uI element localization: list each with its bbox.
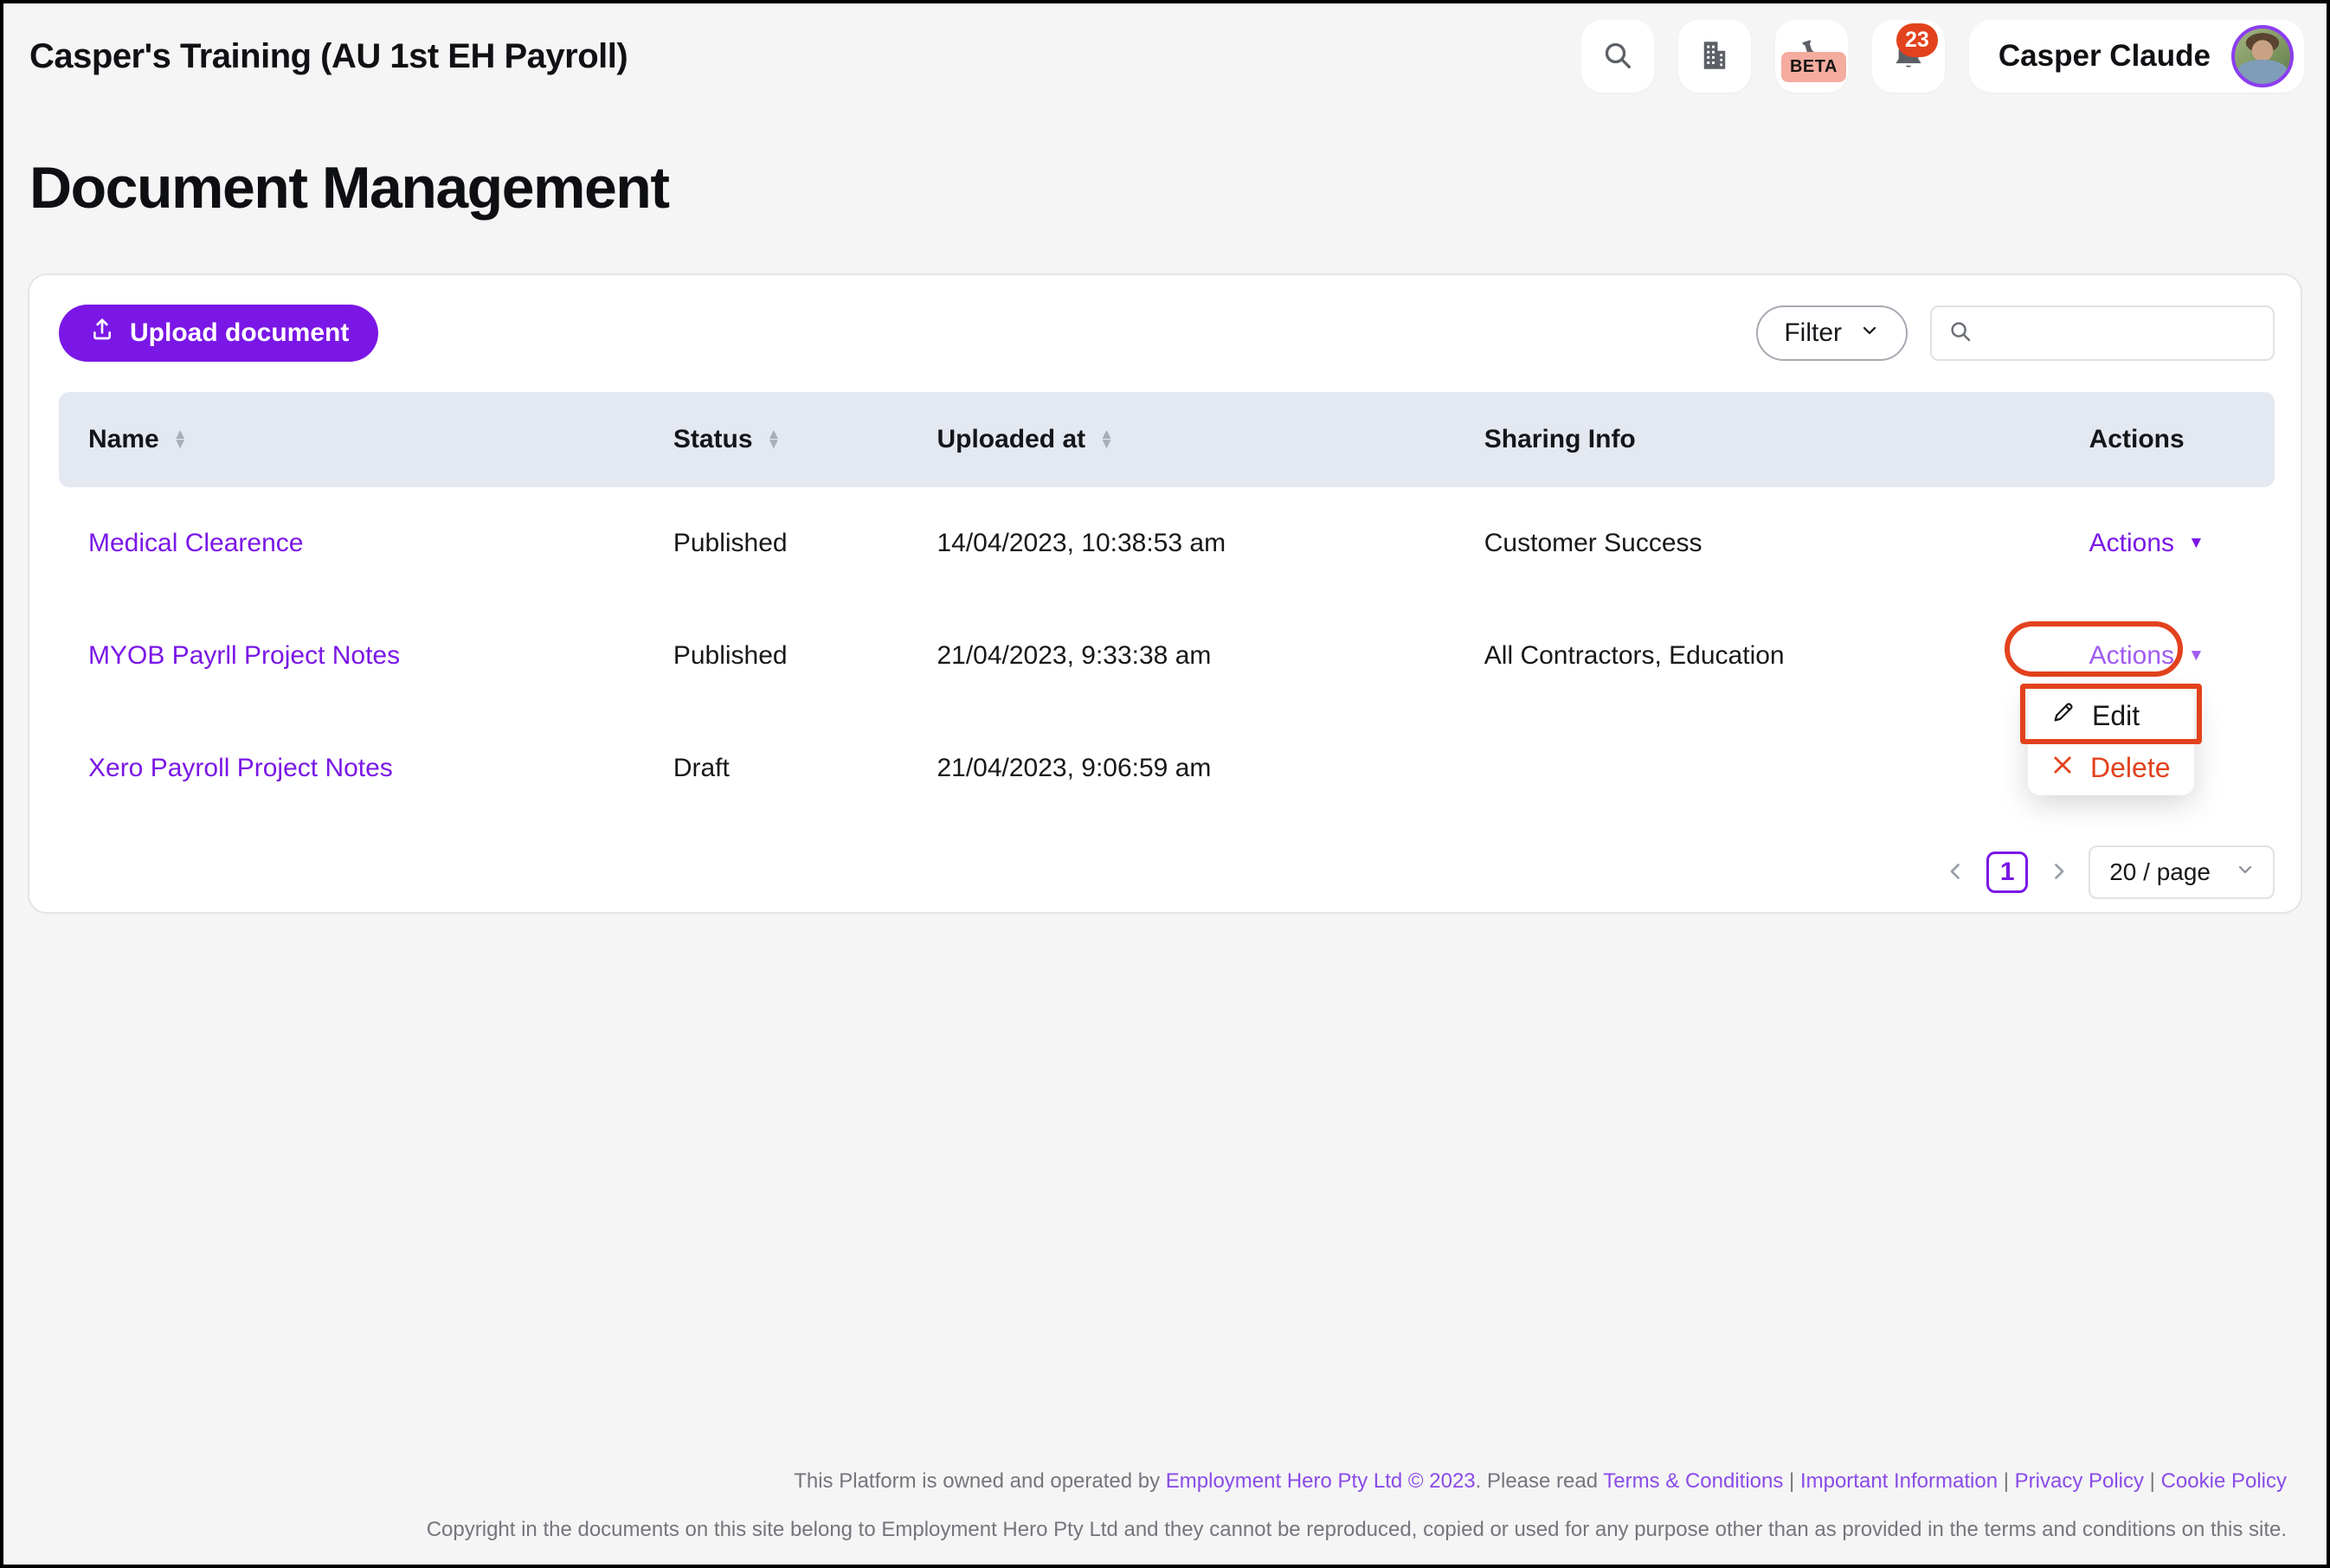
menu-item-edit[interactable]: Edit bbox=[2028, 690, 2194, 742]
footer: This Platform is owned and operated by E… bbox=[427, 1445, 2287, 1542]
organisation-button[interactable] bbox=[1677, 20, 1751, 93]
topbar-actions: BETA 23 Casper Claude bbox=[1580, 20, 2304, 93]
sharing-info-value: Customer Success bbox=[1484, 529, 1702, 557]
chevron-right-icon bbox=[2045, 858, 2071, 887]
uploaded-at-value: 21/04/2023, 9:06:59 am bbox=[937, 754, 1212, 782]
page-size-value: 20 / page bbox=[2109, 858, 2211, 885]
table-row: MYOB Payrll Project Notes Published 21/0… bbox=[59, 600, 2275, 712]
privacy-policy-link[interactable]: Privacy Policy bbox=[2015, 1469, 2144, 1493]
filter-button-label: Filter bbox=[1784, 318, 1842, 347]
chevron-down-icon bbox=[1859, 318, 1880, 348]
toolbar-right: Filter bbox=[1756, 305, 2301, 361]
column-header-sharing-info: Sharing Info bbox=[1484, 425, 1636, 453]
footer-line-1: This Platform is owned and operated by E… bbox=[794, 1469, 2287, 1493]
org-title: Casper's Training (AU 1st EH Payroll) bbox=[29, 36, 628, 75]
table-header-row: Name ▲ ▼ Status ▲ ▼ Uploaded at ▲ ▼ Sharing… bbox=[59, 392, 2275, 487]
beta-features-button[interactable]: BETA bbox=[1774, 20, 1848, 93]
sort-icon[interactable]: ▲ ▼ bbox=[767, 427, 782, 451]
important-information-link[interactable]: Important Information bbox=[1800, 1469, 1998, 1493]
caret-down-icon: ▼ bbox=[2188, 534, 2204, 552]
uploaded-at-value: 14/04/2023, 10:38:53 am bbox=[937, 529, 1226, 557]
organisation-icon bbox=[1696, 37, 1733, 76]
uploaded-at-value: 21/04/2023, 9:33:38 am bbox=[937, 641, 1212, 670]
status-value: Published bbox=[673, 529, 788, 557]
chevron-down-icon bbox=[2235, 858, 2256, 886]
avatar bbox=[2231, 25, 2294, 87]
x-icon bbox=[2050, 752, 2075, 784]
status-value: Published bbox=[673, 641, 788, 670]
column-header-uploaded-at[interactable]: Uploaded at ▲ ▼ bbox=[907, 425, 1454, 454]
user-menu-button[interactable]: Casper Claude bbox=[1968, 20, 2304, 93]
sharing-info-value: All Contractors, Education bbox=[1484, 641, 1785, 670]
topbar: Casper's Training (AU 1st EH Payroll) BE… bbox=[3, 3, 2327, 97]
page-title: Document Management bbox=[29, 155, 670, 221]
search-icon bbox=[1600, 38, 1635, 75]
next-page-button[interactable] bbox=[2045, 858, 2071, 887]
screen: Casper's Training (AU 1st EH Payroll) BE… bbox=[0, 0, 2330, 1568]
chevron-left-icon bbox=[1943, 858, 1969, 887]
search-icon bbox=[1947, 318, 1973, 349]
footer-line-2: Copyright in the documents on this site … bbox=[426, 1518, 2287, 1541]
column-header-status[interactable]: Status ▲ ▼ bbox=[644, 425, 908, 454]
cookie-policy-link[interactable]: Cookie Policy bbox=[2161, 1469, 2287, 1493]
notifications-button[interactable]: 23 bbox=[1871, 20, 1945, 93]
sort-icon[interactable]: ▲ ▼ bbox=[173, 427, 188, 451]
page-number-button[interactable]: 1 bbox=[1986, 851, 2029, 893]
caret-down-icon: ▼ bbox=[2188, 646, 2204, 665]
table-row: Medical Clearence Published 14/04/2023, … bbox=[59, 487, 2275, 600]
upload-icon bbox=[88, 316, 116, 350]
card-toolbar: Upload document Filter bbox=[59, 305, 2301, 362]
document-link[interactable]: Xero Payroll Project Notes bbox=[88, 754, 393, 783]
beta-badge: BETA bbox=[1780, 52, 1846, 82]
page-size-select[interactable]: 20 / page bbox=[2089, 845, 2275, 899]
pencil-icon bbox=[2050, 699, 2076, 732]
sort-icon[interactable]: ▲ ▼ bbox=[1099, 427, 1114, 451]
column-header-name[interactable]: Name ▲ ▼ bbox=[59, 425, 644, 454]
notification-count-badge: 23 bbox=[1896, 23, 1938, 57]
actions-dropdown-menu: Edit Delete bbox=[2020, 684, 2202, 795]
documents-table: Name ▲ ▼ Status ▲ ▼ Uploaded at ▲ ▼ Sharing… bbox=[59, 392, 2275, 899]
filter-button[interactable]: Filter bbox=[1756, 305, 1908, 361]
row-actions-button-open[interactable]: Actions ▼ bbox=[2060, 641, 2204, 671]
row-actions-button[interactable]: Actions ▼ bbox=[2060, 529, 2204, 558]
document-search bbox=[1930, 305, 2301, 361]
edit-label: Edit bbox=[2092, 699, 2140, 731]
pagination: 1 20 / page bbox=[59, 845, 2275, 899]
table-row: Xero Payroll Project Notes Draft 21/04/2… bbox=[59, 712, 2275, 825]
document-search-input[interactable] bbox=[1986, 318, 2301, 348]
upload-button-label: Upload document bbox=[130, 318, 350, 347]
document-link[interactable]: MYOB Payrll Project Notes bbox=[88, 641, 400, 671]
document-link[interactable]: Medical Clearence bbox=[88, 529, 303, 558]
previous-page-button[interactable] bbox=[1943, 858, 1969, 887]
employment-hero-link[interactable]: Employment Hero Pty Ltd © 2023 bbox=[1166, 1469, 1476, 1493]
document-card: Upload document Filter Name ▲ ▼ Status ▲… bbox=[28, 273, 2302, 914]
search-button[interactable] bbox=[1580, 20, 1654, 93]
column-header-actions: Actions bbox=[2089, 425, 2185, 453]
delete-label: Delete bbox=[2090, 751, 2171, 783]
menu-item-delete[interactable]: Delete bbox=[2028, 742, 2194, 794]
user-name: Casper Claude bbox=[1998, 39, 2211, 73]
status-value: Draft bbox=[673, 754, 730, 782]
upload-document-button[interactable]: Upload document bbox=[59, 305, 379, 362]
terms-conditions-link[interactable]: Terms & Conditions bbox=[1603, 1469, 1783, 1493]
